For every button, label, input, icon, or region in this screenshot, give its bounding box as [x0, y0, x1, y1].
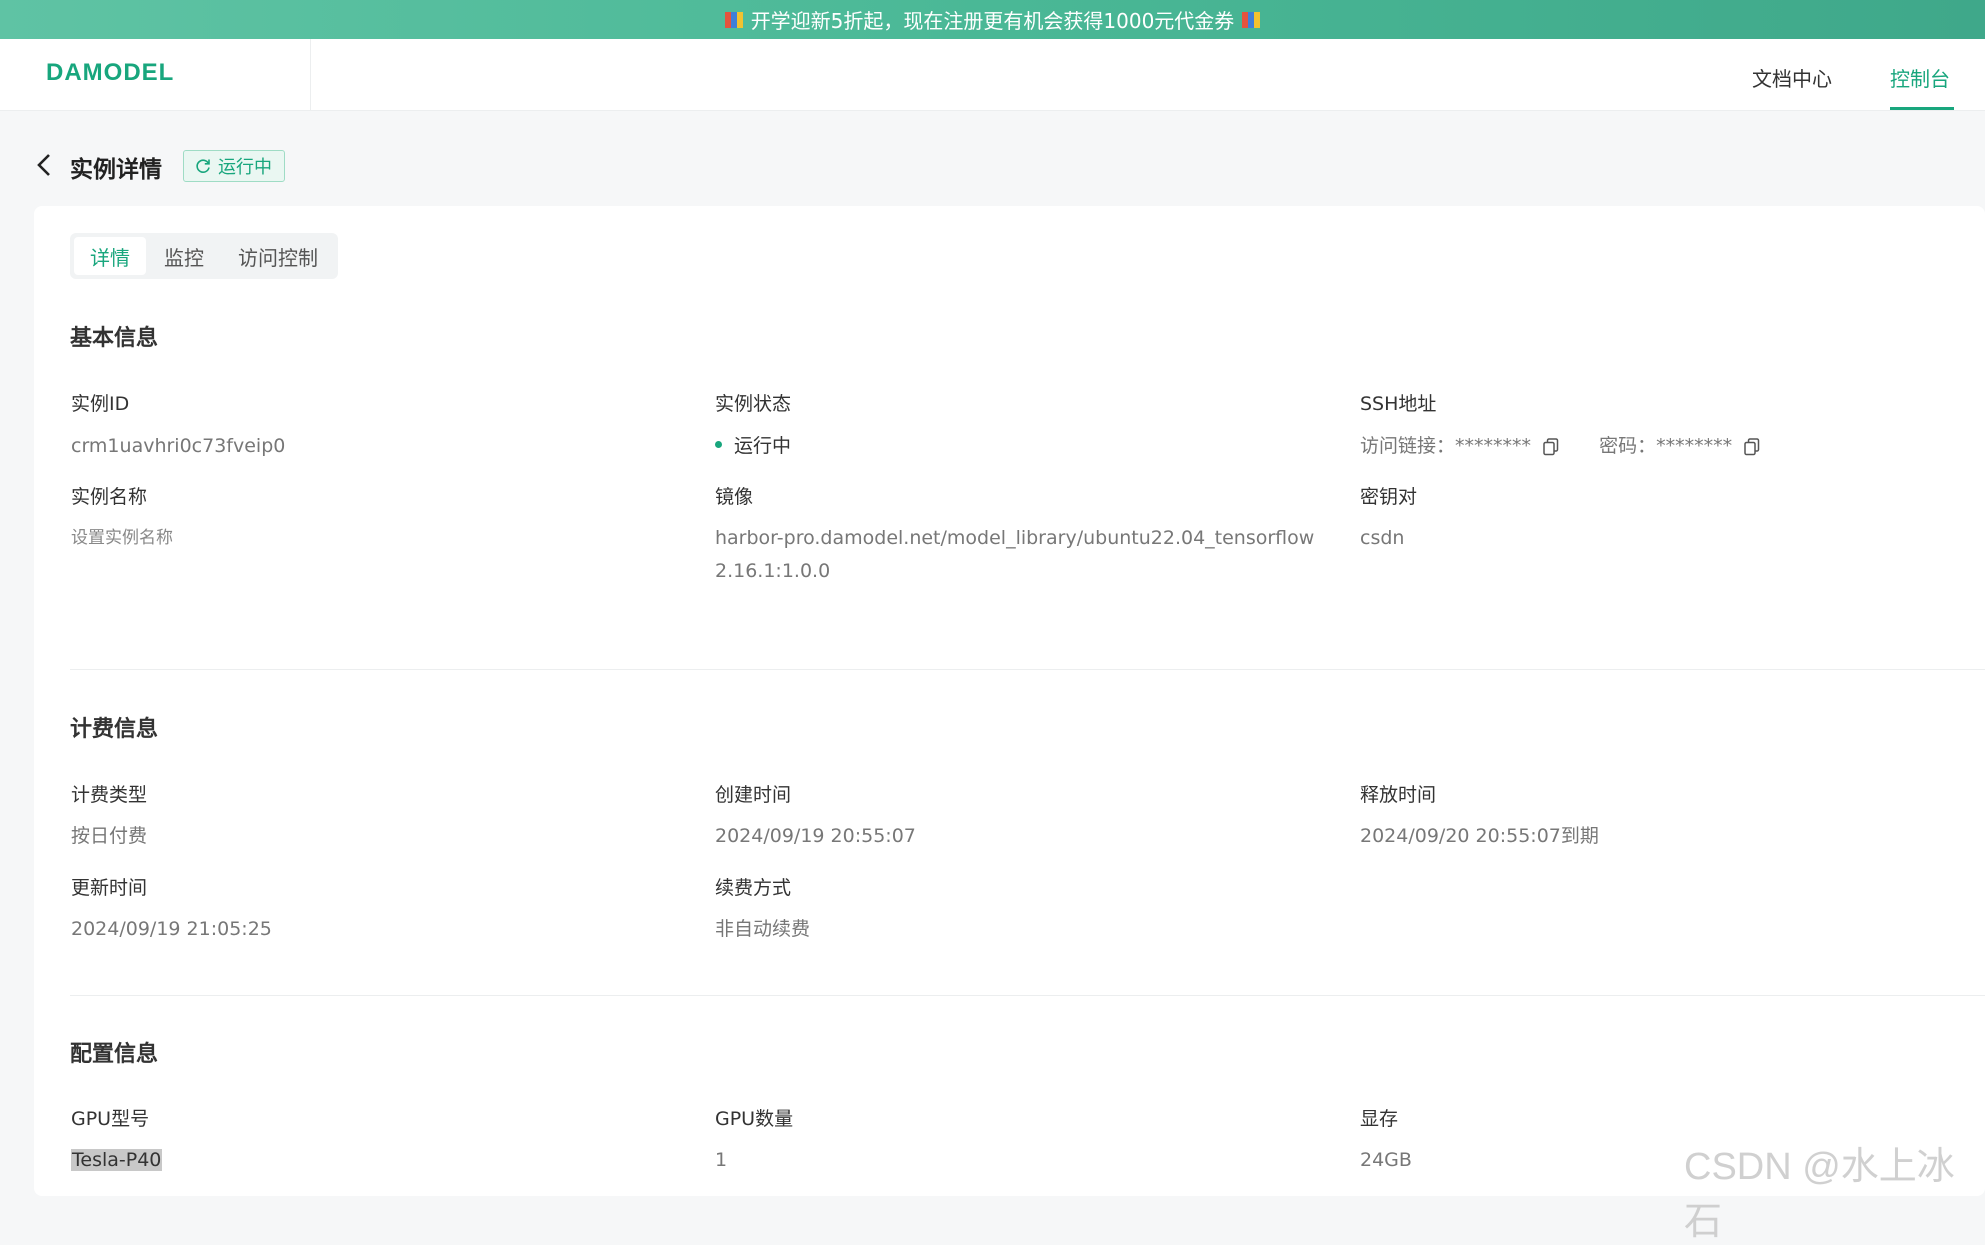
- nav-active-indicator: [1890, 107, 1954, 110]
- updated-time-label: 更新时间: [71, 877, 148, 899]
- set-instance-name-link[interactable]: 设置实例名称: [71, 522, 173, 555]
- damodel-logo[interactable]: DAMODEL: [46, 59, 174, 87]
- gpu-model-text: Tesla-P40: [71, 1149, 163, 1171]
- csdn-watermark: CSDN @水上冰石: [1684, 1146, 1955, 1243]
- instance-name-label: 实例名称: [71, 486, 148, 508]
- ssh-link-label: 访问链接：: [1360, 435, 1456, 457]
- config-info-title: 配置信息: [70, 1042, 159, 1067]
- status-badge: 运行中: [183, 150, 285, 182]
- ssh-address-label: SSH地址: [1360, 393, 1437, 415]
- status-dot: [715, 441, 722, 448]
- image-value: harbor-pro.damodel.net/model_library/ubu…: [715, 527, 1315, 582]
- gpu-model-value: Tesla-P40: [71, 1144, 163, 1177]
- copy-icon[interactable]: [1543, 437, 1559, 456]
- status-badge-label: 运行中: [218, 157, 272, 178]
- instance-id-label: 实例ID: [71, 393, 130, 415]
- vram-value: 24GB: [1360, 1149, 1412, 1171]
- instance-id-value: crm1uavhri0c73fveip0: [71, 435, 286, 457]
- instance-status-value: 运行中: [715, 430, 791, 463]
- renewal-method-label: 续费方式: [715, 877, 792, 899]
- nav-console-link[interactable]: 控制台: [1890, 63, 1950, 92]
- gpu-count-value: 1: [715, 1149, 728, 1171]
- ssh-link: 访问链接：********: [1360, 430, 1559, 463]
- page-title: 实例详情: [70, 157, 162, 183]
- refresh-icon: [196, 159, 210, 173]
- created-time-value: 2024/09/19 20:55:07: [715, 825, 916, 847]
- image-label: 镜像: [715, 486, 754, 508]
- billing-type-label: 计费类型: [71, 784, 148, 806]
- ssh-password-value: ********: [1656, 435, 1733, 457]
- renewal-method-value: 非自动续费: [715, 918, 811, 940]
- section-divider: [70, 669, 1985, 670]
- ssh-password: 密码：********: [1599, 430, 1760, 463]
- keypair-value: csdn: [1360, 527, 1405, 549]
- section-divider: [70, 995, 1985, 996]
- tab-monitor[interactable]: 监控: [148, 237, 220, 275]
- instance-status-text: 运行中: [734, 435, 792, 457]
- ssh-address-value: 访问链接：******** 密码：********: [1360, 430, 1760, 463]
- chevron-left-icon: [37, 154, 50, 176]
- books-icon: [1242, 10, 1261, 30]
- ssh-password-label: 密码：: [1599, 435, 1657, 457]
- books-icon: [724, 10, 743, 30]
- tab-details[interactable]: 详情: [74, 237, 146, 275]
- created-time-label: 创建时间: [715, 784, 792, 806]
- instance-detail-card: 详情 监控 访问控制 基本信息 实例ID crm1uavhri0c73fveip…: [34, 206, 1985, 1196]
- billing-info-title: 计费信息: [70, 717, 159, 742]
- header-divider: [310, 39, 311, 111]
- promo-banner[interactable]: 开学迎新5折起，现在注册更有机会获得1000元代金券: [0, 0, 1985, 39]
- gpu-count-label: GPU数量: [715, 1108, 794, 1130]
- back-button[interactable]: [34, 152, 56, 178]
- updated-time-value: 2024/09/19 21:05:25: [71, 918, 272, 940]
- release-time-value: 2024/09/20 20:55:07到期: [1360, 825, 1599, 847]
- gpu-model-label: GPU型号: [71, 1108, 150, 1130]
- billing-type-value: 按日付费: [71, 825, 148, 847]
- nav-docs-link[interactable]: 文档中心: [1752, 63, 1832, 92]
- instance-status-label: 实例状态: [715, 393, 792, 415]
- keypair-label: 密钥对: [1360, 486, 1418, 508]
- release-time-label: 释放时间: [1360, 784, 1437, 806]
- vram-label: 显存: [1360, 1108, 1399, 1130]
- detail-tabs: 详情 监控 访问控制: [70, 233, 338, 279]
- basic-info-title: 基本信息: [70, 326, 159, 351]
- top-header: DAMODEL 文档中心 控制台: [0, 39, 1985, 111]
- copy-icon[interactable]: [1744, 437, 1760, 456]
- ssh-link-value: ********: [1455, 435, 1532, 457]
- tab-access-control[interactable]: 访问控制: [222, 237, 334, 275]
- promo-text: 开学迎新5折起，现在注册更有机会获得1000元代金券: [750, 9, 1235, 33]
